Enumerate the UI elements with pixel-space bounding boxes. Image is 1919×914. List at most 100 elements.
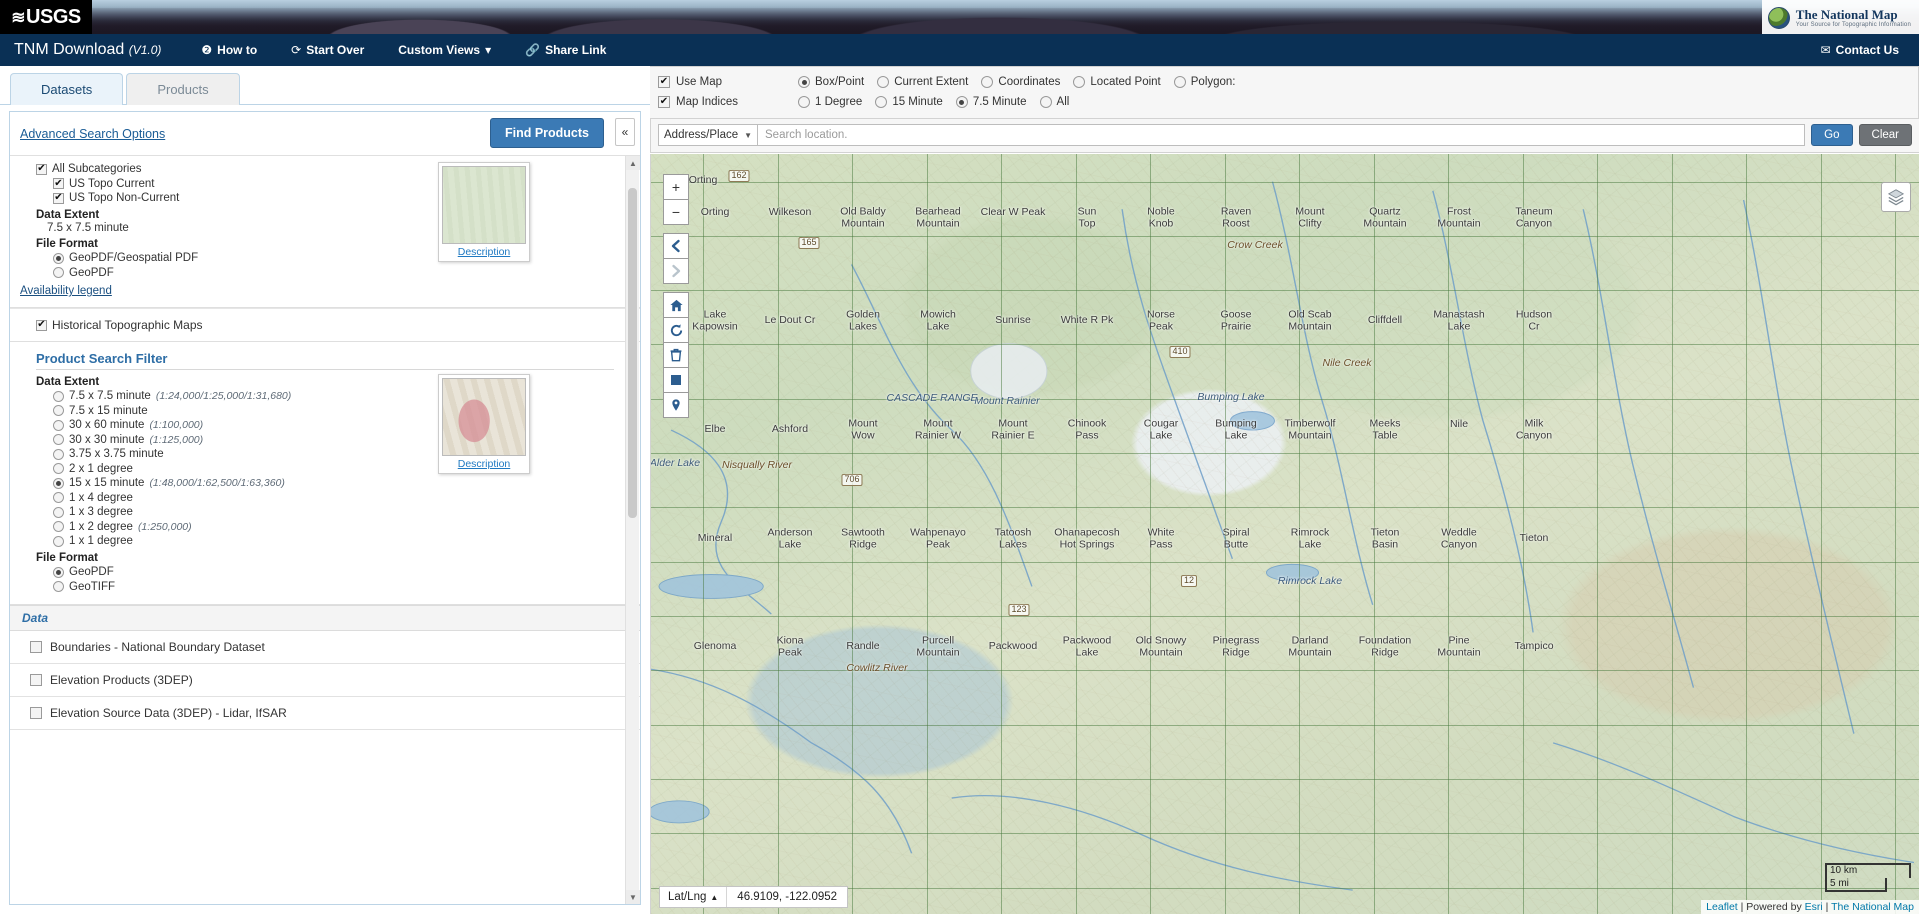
checkbox-icon[interactable]	[53, 178, 64, 189]
map-canvas[interactable]: OrtingOrtingWilkesonOld Baldy MountainBe…	[650, 154, 1919, 914]
checkbox-icon[interactable]	[30, 707, 42, 719]
radio-extent-15x15-minute[interactable]: 15 x 15 minute (1:48,000/1:62,500/1:63,3…	[36, 476, 640, 490]
scroll-down-icon[interactable]: ▼	[626, 890, 640, 904]
zoom-out-icon[interactable]: −	[663, 199, 689, 225]
radio-icon[interactable]	[956, 96, 968, 108]
radio-icon[interactable]	[1174, 76, 1186, 88]
radio-icon[interactable]	[53, 391, 64, 402]
nav-start-over[interactable]: ⟳ Start Over	[291, 43, 364, 57]
clear-button[interactable]: Clear	[1859, 124, 1912, 146]
find-products-button[interactable]: Find Products	[490, 118, 604, 148]
radio-icon[interactable]	[1040, 96, 1052, 108]
radio-icon[interactable]	[1073, 76, 1085, 88]
radio-index-1-degree[interactable]: 1 Degree	[798, 96, 862, 108]
radio-box-point[interactable]: Box/Point	[798, 76, 864, 88]
leaflet-link[interactable]: Leaflet	[1706, 901, 1738, 913]
checkbox-icon[interactable]	[30, 674, 42, 686]
checkbox-icon[interactable]	[658, 76, 670, 88]
collapse-panel-button[interactable]: «	[615, 118, 635, 146]
radio-icon[interactable]	[53, 492, 64, 503]
checkbox-boundaries-national-boundary-dataset[interactable]: Boundaries - National Boundary Dataset	[10, 631, 640, 664]
refresh-icon[interactable]	[663, 317, 689, 343]
availability-legend-link[interactable]: Availability legend	[20, 285, 112, 297]
radio-extent-1x2-degree[interactable]: 1 x 2 degree (1:250,000)	[36, 520, 640, 534]
home-icon[interactable]	[663, 292, 689, 318]
radio-extent-7-5x7-5-minute[interactable]: 7.5 x 7.5 minute (1:24,000/1:25,000/1:31…	[36, 389, 640, 403]
radio-extent-1x1-degree[interactable]: 1 x 1 degree	[36, 534, 640, 548]
checkbox-icon[interactable]	[36, 164, 47, 175]
advanced-search-options-link[interactable]: Advanced Search Options	[20, 127, 165, 141]
nav-contact-us[interactable]: ✉ Contact Us	[1821, 43, 1899, 57]
radio-us-topo-geopdf[interactable]: GeoPDF	[36, 266, 640, 280]
checkbox-icon[interactable]	[53, 193, 64, 204]
nav-how-to[interactable]: ❷ How to	[201, 43, 257, 57]
radio-us-topo-geopdf-geospatial[interactable]: GeoPDF/Geospatial PDF	[36, 251, 640, 265]
checkbox-map-indices[interactable]: Map Indices	[658, 96, 798, 108]
radio-extent-30x30-minute[interactable]: 30 x 30 minute (1:125,000)	[36, 433, 640, 447]
radio-index-7-5-minute[interactable]: 7.5 Minute	[956, 96, 1027, 108]
checkbox-icon[interactable]	[658, 96, 670, 108]
checkbox-icon[interactable]	[36, 320, 47, 331]
radio-coordinates[interactable]: Coordinates	[981, 76, 1060, 88]
radio-icon[interactable]	[981, 76, 993, 88]
checkbox-all-subcategories[interactable]: All Subcategories	[36, 162, 640, 176]
tab-datasets[interactable]: Datasets	[10, 73, 123, 105]
trash-icon[interactable]	[663, 342, 689, 368]
radio-historical-geopdf[interactable]: GeoPDF	[36, 565, 640, 579]
radio-icon[interactable]	[53, 536, 64, 547]
radio-extent-30x60-minute[interactable]: 30 x 60 minute (1:100,000)	[36, 418, 640, 432]
box-select-icon[interactable]	[663, 367, 689, 393]
radio-icon[interactable]	[53, 405, 64, 416]
radio-icon[interactable]	[53, 434, 64, 445]
radio-icon[interactable]	[798, 96, 810, 108]
checkbox-us-topo-current[interactable]: US Topo Current	[36, 177, 640, 191]
radio-icon[interactable]	[53, 449, 64, 460]
forward-arrow-icon[interactable]	[663, 258, 689, 284]
radio-icon[interactable]	[53, 521, 64, 532]
radio-extent-1x3-degree[interactable]: 1 x 3 degree	[36, 505, 640, 519]
datasets-scroll-area[interactable]: Description All Subcategories US Topo Cu…	[10, 156, 640, 904]
map-layers-icon[interactable]	[1881, 182, 1911, 212]
radio-index-all[interactable]: All	[1040, 96, 1070, 108]
checkbox-elevation-products-3dep[interactable]: Elevation Products (3DEP)	[10, 664, 640, 697]
radio-located-point[interactable]: Located Point	[1073, 76, 1160, 88]
radio-historical-geotiff[interactable]: GeoTIFF	[36, 580, 640, 594]
radio-icon[interactable]	[53, 567, 64, 578]
coordinate-type-button[interactable]: Lat/Lng ▲	[660, 887, 727, 907]
radio-polygon[interactable]: Polygon:	[1174, 76, 1236, 88]
radio-icon[interactable]	[53, 507, 64, 518]
radio-icon[interactable]	[53, 253, 64, 264]
radio-icon[interactable]	[53, 581, 64, 592]
scroll-up-icon[interactable]: ▲	[626, 156, 640, 170]
checkbox-use-map[interactable]: Use Map	[658, 76, 798, 88]
radio-icon[interactable]	[53, 420, 64, 431]
back-arrow-icon[interactable]	[663, 233, 689, 259]
nav-share-link[interactable]: 🔗 Share Link	[525, 43, 606, 57]
national-map-link[interactable]: The National Map	[1831, 901, 1914, 913]
panel-scrollbar[interactable]: ▲ ▼	[625, 156, 639, 904]
radio-icon[interactable]	[53, 463, 64, 474]
checkbox-icon[interactable]	[30, 641, 42, 653]
go-button[interactable]: Go	[1811, 124, 1852, 146]
radio-icon[interactable]	[875, 96, 887, 108]
radio-extent-3-75x3-75-minute[interactable]: 3.75 x 3.75 minute	[36, 447, 640, 461]
radio-icon[interactable]	[53, 478, 64, 489]
search-location-input[interactable]	[758, 124, 1805, 146]
esri-link[interactable]: Esri	[1805, 901, 1823, 913]
radio-index-15-minute[interactable]: 15 Minute	[875, 96, 943, 108]
map-marker-icon[interactable]	[663, 392, 689, 418]
nav-custom-views[interactable]: Custom Views ▾	[398, 43, 491, 57]
us-topo-description-link[interactable]: Description	[442, 246, 526, 258]
location-type-select[interactable]: Address/Place ▼	[658, 124, 758, 146]
tab-products[interactable]: Products	[126, 73, 239, 105]
radio-icon[interactable]	[798, 76, 810, 88]
radio-current-extent[interactable]: Current Extent	[877, 76, 968, 88]
checkbox-elevation-source-data-3dep[interactable]: Elevation Source Data (3DEP) - Lidar, If…	[10, 697, 640, 730]
radio-icon[interactable]	[877, 76, 889, 88]
historical-description-link[interactable]: Description	[442, 458, 526, 470]
zoom-in-icon[interactable]: +	[663, 174, 689, 200]
radio-extent-7-5x15-minute[interactable]: 7.5 x 15 minute	[36, 404, 640, 418]
usgs-logo[interactable]: ≋USGS	[0, 0, 92, 34]
radio-extent-2x1-degree[interactable]: 2 x 1 degree	[36, 462, 640, 476]
checkbox-historical-topographic-maps[interactable]: Historical Topographic Maps	[10, 308, 640, 342]
